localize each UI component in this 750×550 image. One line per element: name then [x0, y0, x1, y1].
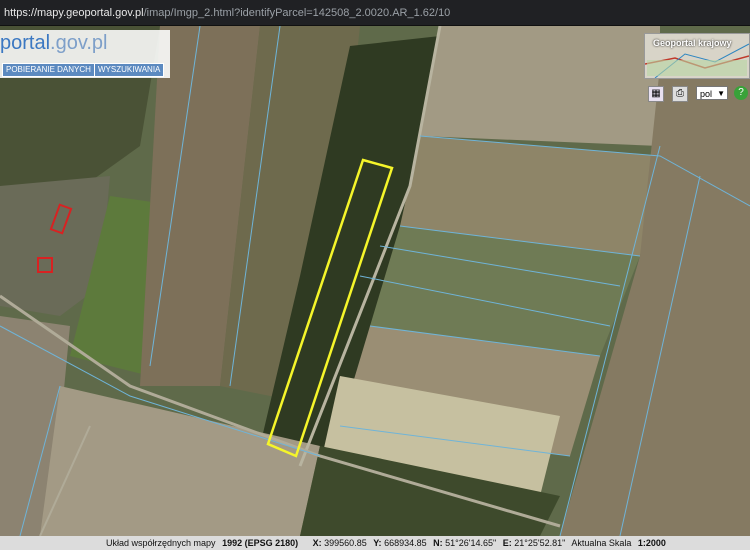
field-right: [420, 26, 660, 146]
help-icon[interactable]: ?: [734, 86, 748, 100]
url-host: https://mapy.geoportal.gov.pl: [4, 7, 144, 19]
coordinates-status-bar: Układ współrzędnych mapy 1992 (EPSG 2180…: [0, 536, 750, 550]
map-toolbar: ▦ ⎙ pol ▼ ?: [646, 86, 750, 102]
x-value: 399560.85: [324, 538, 367, 548]
map-canvas[interactable]: portal.gov.pl POBIERANIE DANYCH WYSZUKIW…: [0, 26, 750, 536]
language-select[interactable]: pol ▼: [696, 86, 728, 100]
x-label: X:: [312, 538, 322, 548]
overview-map[interactable]: Geoportal krajowy: [644, 33, 750, 79]
n-label: N:: [433, 538, 443, 548]
search-button[interactable]: WYSZUKIWANIA: [94, 63, 165, 77]
chevron-down-icon: ▼: [717, 89, 725, 98]
crs-value: 1992 (EPSG 2180): [222, 538, 299, 548]
geoportal-logo-panel: portal.gov.pl POBIERANIE DANYCH WYSZUKIW…: [0, 30, 170, 78]
scale-value: 1:2000: [637, 538, 666, 548]
print-icon[interactable]: ⎙: [672, 86, 688, 102]
map-layers-icon[interactable]: ▦: [648, 86, 664, 102]
e-label: E:: [502, 538, 512, 548]
url-path: /imap/Imgp_2.html?identifyParcel=142508_…: [143, 7, 451, 19]
n-value: 51°26'14.65": [445, 538, 497, 548]
logo-text: portal: [0, 32, 51, 54]
language-value: pol: [700, 89, 713, 99]
url-bar[interactable]: https://mapy.geoportal.gov.pl/imap/Imgp_…: [0, 0, 750, 26]
scale-label: Aktualna Skala: [571, 538, 632, 548]
e-value: 21°25'52.81": [514, 538, 566, 548]
orthophoto-map[interactable]: [0, 26, 750, 536]
overview-map-title: Geoportal krajowy: [653, 38, 732, 48]
geoportal-logo: portal.gov.pl: [0, 32, 107, 55]
y-value: 668934.85: [384, 538, 427, 548]
download-data-button[interactable]: POBIERANIE DANYCH: [2, 63, 95, 77]
crs-label: Układ współrzędnych mapy: [106, 538, 216, 548]
y-label: Y:: [373, 538, 382, 548]
logo-domain: .gov.pl: [50, 32, 108, 54]
